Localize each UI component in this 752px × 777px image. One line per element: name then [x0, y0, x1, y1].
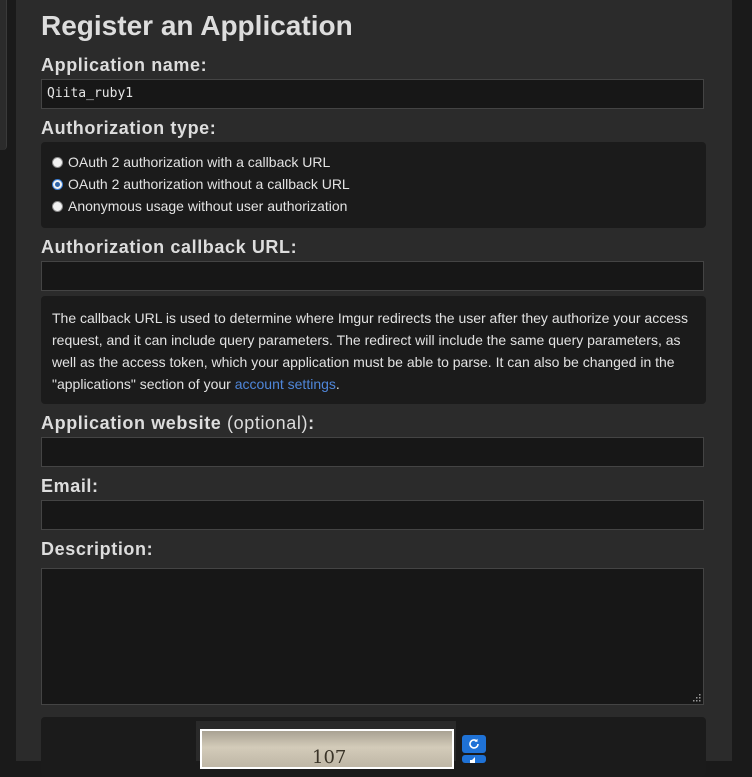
website-input[interactable] [41, 437, 704, 467]
email-label: Email: [41, 476, 99, 496]
callback-url-label: Authorization callback URL: [41, 237, 298, 257]
register-panel: Register an Application Application name… [16, 0, 732, 777]
callback-url-input[interactable] [41, 261, 704, 291]
auth-option-callback[interactable]: OAuth 2 authorization with a callback UR… [52, 154, 330, 170]
radio-auth-callback[interactable] [52, 156, 63, 168]
website-optional: (optional) [227, 413, 309, 433]
radio-auth-anonymous[interactable] [52, 200, 63, 212]
auth-type-box: OAuth 2 authorization with a callback UR… [41, 142, 706, 228]
captcha-audio-button[interactable] [462, 755, 486, 763]
website-label-text: Application website [41, 413, 222, 433]
captcha-refresh-button[interactable] [462, 735, 486, 753]
callback-info-end: . [335, 376, 340, 392]
audio-icon [470, 757, 475, 763]
auth-option-label: Anonymous usage without user authorizati… [68, 198, 348, 214]
refresh-icon [469, 738, 479, 749]
app-name-input[interactable]: Qiita_ruby1 [41, 79, 704, 109]
account-settings-link[interactable]: account settings [235, 376, 336, 392]
callback-info-text: The callback URL is used to determine wh… [52, 310, 688, 392]
captcha-text: 107 [312, 747, 347, 768]
email-input[interactable] [41, 500, 704, 530]
side-strip [0, 0, 7, 150]
auth-option-no-callback[interactable]: OAuth 2 authorization without a callback… [52, 176, 350, 192]
auth-option-anonymous[interactable]: Anonymous usage without user authorizati… [52, 198, 347, 214]
description-label: Description: [41, 539, 154, 559]
captcha-box: 107 [41, 717, 706, 777]
app-name-label: Application name: [41, 55, 208, 75]
auth-option-label: OAuth 2 authorization without a callback… [68, 176, 350, 192]
radio-auth-no-callback[interactable] [52, 178, 63, 190]
description-textarea[interactable] [41, 568, 704, 705]
auth-option-label: OAuth 2 authorization with a callback UR… [68, 154, 331, 170]
resize-grip-icon[interactable] [691, 692, 701, 702]
website-colon: : [308, 413, 315, 433]
captcha-image: 107 [200, 729, 454, 769]
page-title: Register an Application [41, 10, 353, 41]
auth-type-label: Authorization type: [41, 118, 217, 138]
website-label: Application website (optional): [41, 413, 315, 434]
callback-info-box: The callback URL is used to determine wh… [41, 296, 706, 404]
